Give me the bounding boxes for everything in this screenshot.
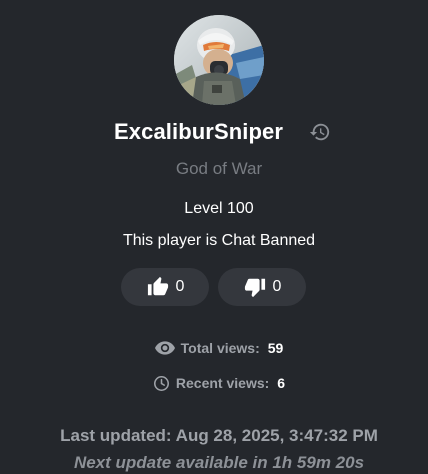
- next-update-text: Next update available in 1h 59m 20s: [73, 453, 365, 472]
- last-updated-text: Last updated: Aug 28, 2025, 3:47:32 PM: [60, 426, 378, 445]
- player-avatar: [174, 15, 264, 105]
- recent-views-value: 6: [277, 375, 286, 391]
- like-button[interactable]: 0: [121, 268, 209, 306]
- player-title: God of War: [175, 159, 263, 178]
- player-level: Level 100: [184, 200, 254, 217]
- recent-views-row: Recent views: 6: [0, 374, 428, 392]
- total-views-row: Total views: 59: [0, 339, 428, 357]
- player-name: ExcaliburSniper: [114, 119, 284, 144]
- recent-views-label: Recent views:: [175, 375, 270, 391]
- chat-ban-status: This player is Chat Banned: [122, 232, 316, 249]
- history-icon[interactable]: [309, 121, 331, 143]
- thumbs-up-icon: [147, 276, 168, 296]
- clock-icon: [153, 375, 169, 391]
- dislike-button[interactable]: 0: [218, 268, 306, 306]
- like-count: 0: [175, 278, 185, 295]
- player-header: ExcaliburSniper: [0, 117, 428, 149]
- thumbs-down-icon: [244, 278, 265, 298]
- total-views-value: 59: [267, 340, 284, 356]
- eye-icon: [154, 341, 175, 355]
- pilot-avatar-image: [174, 15, 264, 105]
- dislike-count: 0: [272, 278, 282, 295]
- total-views-label: Total views:: [180, 340, 260, 356]
